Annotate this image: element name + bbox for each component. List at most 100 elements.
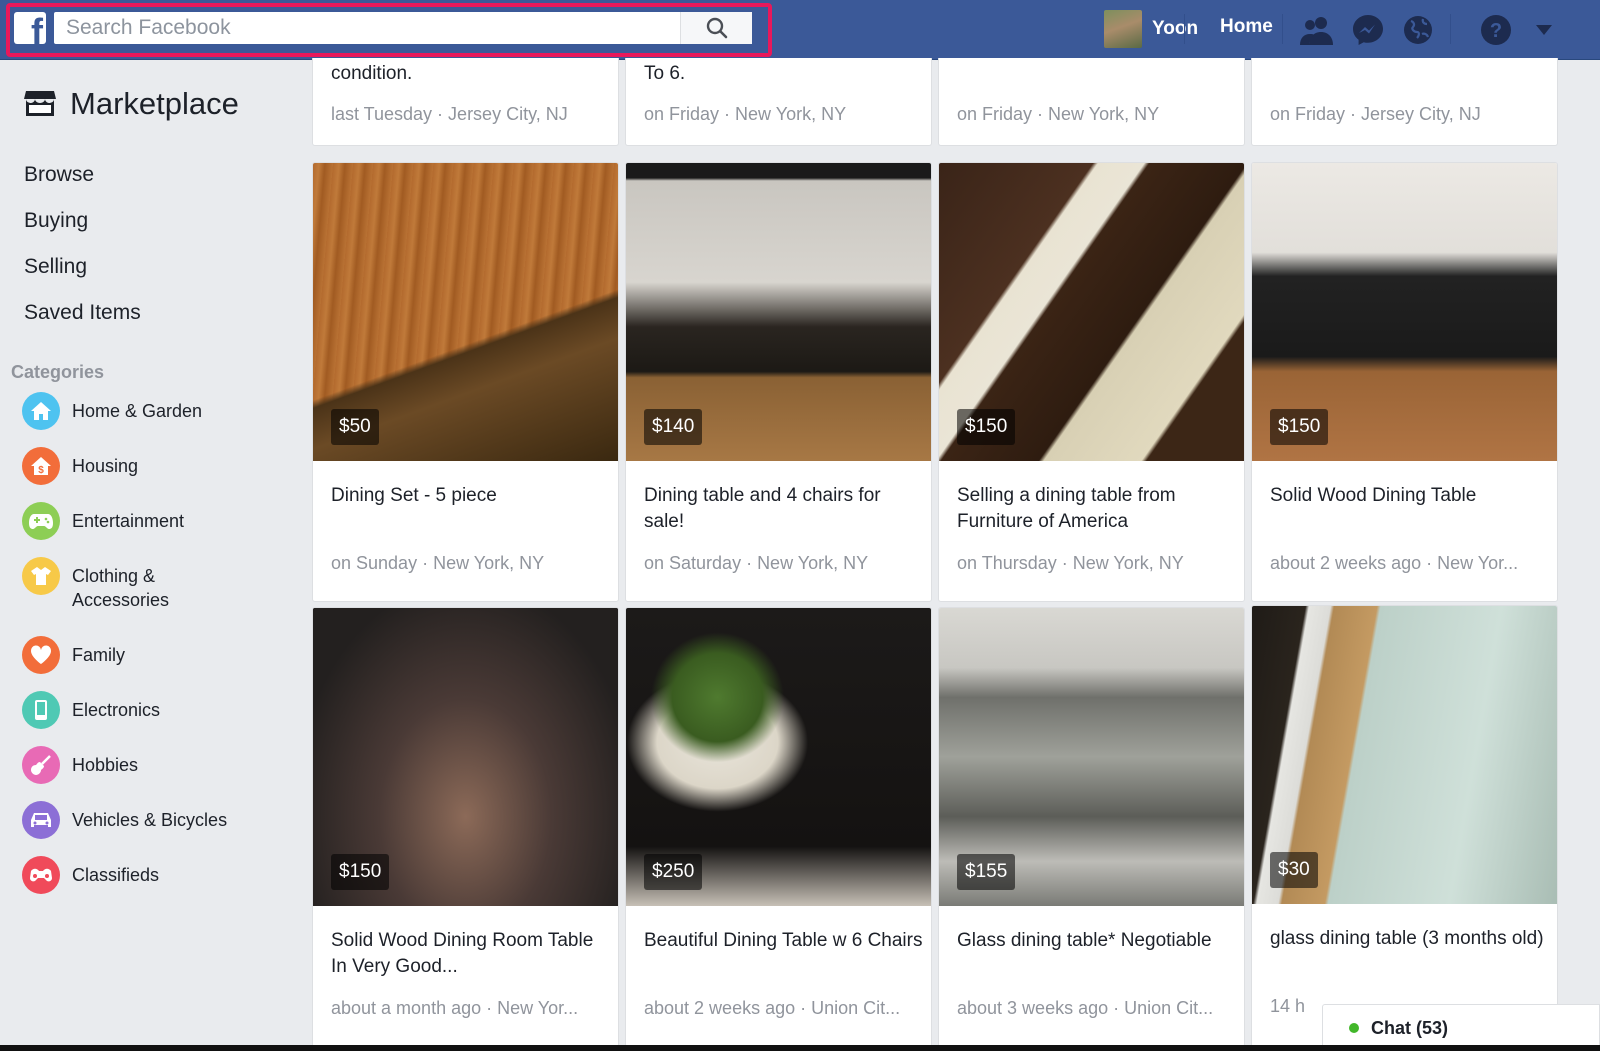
listing-card-partial[interactable]: condition. last Tuesday · Jersey City, N… (312, 58, 619, 146)
listing-title: Dining table and 4 chairs for sale! (644, 485, 881, 532)
top-navigation-bar: f Yoon Home ? (0, 0, 1600, 60)
nav-divider (1450, 14, 1451, 44)
home-link[interactable]: Home (1220, 16, 1273, 38)
category-label: Entertainment (72, 511, 185, 531)
heart-icon (22, 636, 60, 674)
listing-meta: about a month ago · New Yor... (331, 998, 579, 1018)
category-family[interactable]: Family (22, 636, 282, 674)
nav-divider (1282, 14, 1283, 44)
listing-card-partial[interactable]: To 6. on Friday · New York, NY (625, 58, 932, 146)
marketplace-header[interactable]: Marketplace (24, 86, 239, 122)
nav-selling[interactable]: Selling (24, 244, 141, 290)
listing-title: Beautiful Dining Table w 6 Chairs (644, 930, 923, 951)
category-label: Vehicles & Bicycles (72, 810, 228, 830)
category-label: Home & Garden (72, 401, 203, 421)
category-classifieds[interactable]: Classifieds (22, 856, 282, 894)
guitar-icon (22, 746, 60, 784)
listing-card[interactable]: $250 Beautiful Dining Table w 6 Chairs a… (625, 607, 932, 1047)
friends-icon (1300, 17, 1333, 45)
page-title: Marketplace (70, 86, 239, 121)
category-label: Housing (72, 456, 139, 476)
svg-text:$: $ (38, 465, 44, 476)
sidebar-nav: Browse Buying Selling Saved Items (24, 152, 141, 336)
classifieds-icon (22, 856, 60, 894)
nav-buying[interactable]: Buying (24, 198, 141, 244)
window-bottom-edge (0, 1045, 1600, 1051)
category-home-garden[interactable]: Home & Garden (22, 392, 282, 430)
chat-tab[interactable]: Chat (53) (1322, 1004, 1600, 1051)
listing-title-fragment: condition. (331, 63, 413, 84)
category-clothing-accessories[interactable]: Clothing & Accessories (22, 557, 222, 612)
category-label: Electronics (72, 700, 161, 720)
nav-saved-items[interactable]: Saved Items (24, 290, 141, 336)
listing-price: $150 (1270, 409, 1329, 445)
house-icon (22, 392, 60, 430)
listing-meta: on Thursday · New York, NY (957, 553, 1184, 573)
search-icon (706, 17, 727, 39)
listing-title: Dining Set - 5 piece (331, 485, 497, 506)
nav-browse[interactable]: Browse (24, 152, 141, 198)
listing-meta: on Sunday · New York, NY (331, 553, 545, 573)
help-icon: ? (1481, 15, 1511, 45)
category-label: Family (72, 645, 125, 665)
listing-card[interactable]: $50 Dining Set - 5 piece on Sunday · New… (312, 162, 619, 602)
listing-title: glass dining table (3 months old) (1270, 928, 1544, 949)
listing-meta: about 3 weeks ago · Union Cit... (957, 998, 1214, 1018)
listing-meta: last Tuesday · Jersey City, NJ (331, 104, 568, 124)
listing-price: $150 (331, 854, 390, 890)
search-input[interactable] (54, 12, 680, 44)
listing-meta: on Friday · New York, NY (644, 104, 847, 124)
listing-price: $30 (1270, 852, 1318, 888)
phone-icon (22, 691, 60, 729)
listing-card[interactable]: $150 Solid Wood Dining Room Table In Ver… (312, 607, 619, 1047)
listing-title: Glass dining table* Negotiable (957, 930, 1212, 951)
help-button[interactable]: ? (1476, 10, 1516, 50)
search-button[interactable] (680, 12, 752, 44)
categories-heading: Categories (11, 362, 105, 382)
listing-price: $155 (957, 854, 1016, 890)
listing-card-partial[interactable]: on Friday · Jersey City, NJ (1251, 58, 1558, 146)
category-entertainment[interactable]: Entertainment (22, 502, 282, 540)
category-housing[interactable]: $ Housing (22, 447, 282, 485)
listing-title: Selling a dining table from Furniture of… (957, 485, 1176, 532)
notifications-button[interactable] (1398, 10, 1438, 50)
svg-text:?: ? (1490, 20, 1502, 42)
nav-divider (1184, 14, 1185, 44)
listing-meta: about 2 weeks ago · Union Cit... (644, 998, 901, 1018)
listing-meta: on Friday · Jersey City, NJ (1270, 104, 1481, 124)
listing-card[interactable]: $30 glass dining table (3 months old) 14… (1251, 605, 1558, 1047)
category-vehicles-bicycles[interactable]: Vehicles & Bicycles (22, 801, 282, 839)
listing-title-fragment: To 6. (644, 63, 686, 84)
listing-price: $150 (957, 409, 1016, 445)
listing-card[interactable]: $140 Dining table and 4 chairs for sale!… (625, 162, 932, 602)
category-label: Hobbies (72, 755, 139, 775)
chat-label: Chat (53) (1371, 1017, 1449, 1038)
listing-card-partial[interactable]: on Friday · New York, NY (938, 58, 1245, 146)
listing-meta: about 2 weeks ago · New Yor... (1270, 553, 1519, 573)
globe-icon (1404, 16, 1432, 44)
listing-card[interactable]: $150 Selling a dining table from Furnitu… (938, 162, 1245, 602)
friend-requests-button[interactable] (1297, 10, 1337, 50)
listing-meta: on Friday · New York, NY (957, 104, 1160, 124)
online-status-dot (1349, 1023, 1359, 1033)
house-dollar-icon: $ (22, 447, 60, 485)
listing-meta: on Saturday · New York, NY (644, 553, 869, 573)
avatar (1104, 10, 1142, 48)
gamepad-icon (22, 502, 60, 540)
listing-card[interactable]: $155 Glass dining table* Negotiable abou… (938, 607, 1245, 1047)
listing-title: Solid Wood Dining Table (1270, 485, 1477, 506)
storefront-icon (24, 91, 56, 116)
caret-down-icon (1536, 25, 1552, 35)
facebook-logo[interactable]: f (14, 12, 46, 44)
user-name: Yoon (1152, 18, 1199, 39)
listing-card[interactable]: $150 Solid Wood Dining Table about 2 wee… (1251, 162, 1558, 602)
listing-price: $140 (644, 409, 703, 445)
account-menu-button[interactable] (1524, 10, 1564, 50)
category-hobbies[interactable]: Hobbies (22, 746, 282, 784)
category-label: Classifieds (72, 865, 160, 885)
messenger-icon (1353, 15, 1383, 45)
shirt-icon (22, 557, 60, 595)
messenger-button[interactable] (1348, 10, 1388, 50)
listing-title: Solid Wood Dining Room Table In Very Goo… (331, 930, 594, 977)
category-electronics[interactable]: Electronics (22, 691, 282, 729)
